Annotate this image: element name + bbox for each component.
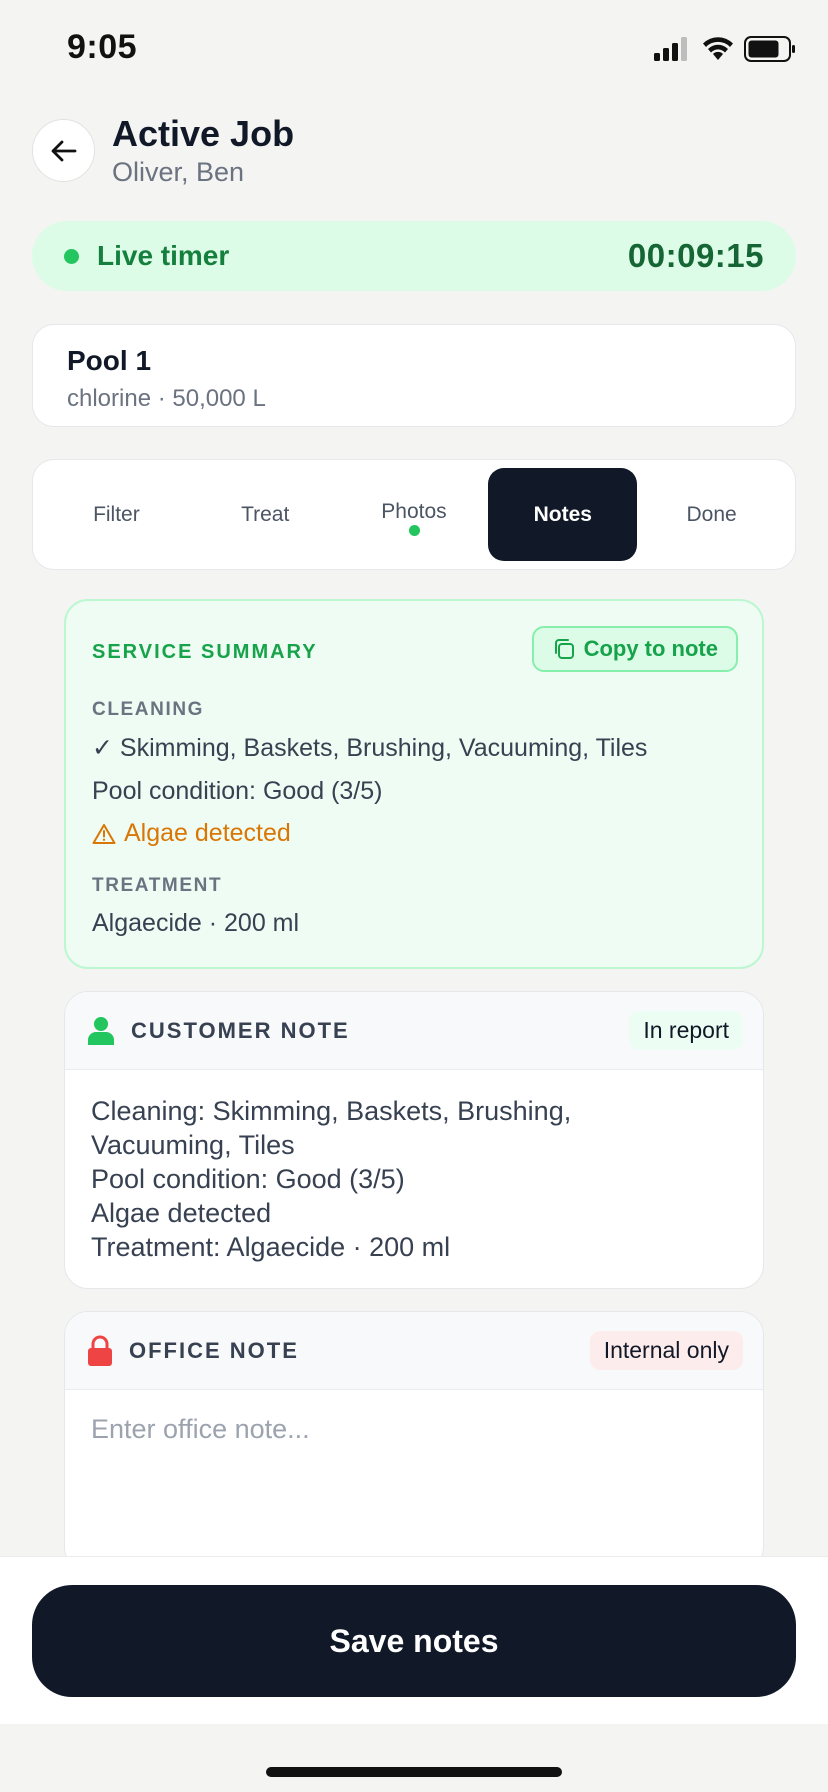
status-icons bbox=[654, 36, 796, 62]
customer-name: Oliver, Ben bbox=[112, 157, 245, 187]
tab-treat[interactable]: Treat bbox=[191, 468, 340, 561]
wifi-icon bbox=[703, 37, 733, 60]
tab-label: Notes bbox=[533, 502, 592, 526]
live-timer-bar: Live timer 00:09:15 bbox=[32, 221, 796, 291]
battery-icon bbox=[744, 36, 795, 62]
screen: 9:05 Active Job Oliver, Ben Live timer 0… bbox=[0, 0, 828, 1792]
status-bar: 9:05 bbox=[0, 0, 828, 100]
pool-card[interactable]: Pool 1 chlorine · 50,000 L bbox=[32, 324, 796, 427]
note-line: Cleaning: Skimming, Baskets, Brushing, bbox=[91, 1096, 572, 1126]
status-time: 9:05 bbox=[67, 28, 138, 66]
photos-complete-dot bbox=[408, 525, 420, 536]
tab-label: Done bbox=[686, 502, 737, 526]
customer-note-title: CUSTOMER NOTE bbox=[131, 1017, 350, 1043]
arrow-left-icon bbox=[51, 140, 76, 161]
treatment-value: Algaecide · 200 ml bbox=[92, 909, 300, 937]
page-title: Active Job bbox=[112, 113, 295, 154]
pool-meta: chlorine · 50,000 L bbox=[67, 385, 266, 412]
office-note-input[interactable]: Enter office note... bbox=[65, 1390, 763, 1469]
in-report-badge: In report bbox=[629, 1011, 743, 1050]
pool-name: Pool 1 bbox=[67, 345, 152, 376]
tab-done[interactable]: Done bbox=[637, 468, 786, 561]
copy-button-label: Copy to note bbox=[583, 636, 718, 661]
customer-note-card: CUSTOMER NOTE In report Cleaning: Skimmi… bbox=[64, 991, 764, 1289]
tab-label: Photos bbox=[381, 499, 447, 523]
person-icon bbox=[88, 1016, 114, 1045]
summary-title: SERVICE SUMMARY bbox=[92, 641, 318, 663]
alert-text: Algae detected bbox=[124, 819, 291, 847]
note-line: Treatment: Algaecide · 200 ml bbox=[91, 1232, 451, 1262]
copy-icon bbox=[554, 639, 574, 659]
tab-photos[interactable]: Photos bbox=[340, 468, 489, 561]
back-button[interactable] bbox=[32, 119, 95, 182]
tab-label: Filter bbox=[93, 502, 140, 526]
timer-value: 00:09:15 bbox=[627, 237, 764, 274]
save-notes-button[interactable]: Save notes bbox=[32, 1585, 796, 1697]
copy-to-note-button[interactable]: Copy to note bbox=[531, 626, 738, 672]
office-note-title: OFFICE NOTE bbox=[129, 1337, 299, 1363]
warning-icon bbox=[92, 823, 116, 844]
tab-notes[interactable]: Notes bbox=[488, 468, 638, 561]
note-line: Algae detected bbox=[91, 1198, 272, 1228]
note-line: Pool condition: Good (3/5) bbox=[91, 1164, 405, 1194]
lock-icon bbox=[88, 1335, 112, 1366]
treatment-label: TREATMENT bbox=[92, 875, 223, 896]
tab-filter[interactable]: Filter bbox=[42, 468, 191, 561]
tab-label: Treat bbox=[241, 502, 290, 526]
live-indicator-dot bbox=[64, 248, 79, 264]
step-tabs: Filter Treat Photos Notes Done bbox=[32, 459, 796, 570]
home-indicator bbox=[266, 1767, 562, 1777]
timer-label: Live timer bbox=[97, 240, 230, 271]
note-line: Vacuuming, Tiles bbox=[91, 1130, 295, 1160]
algae-alert: Algae detected bbox=[92, 819, 291, 848]
bottom-action-bar: Save notes bbox=[0, 1556, 828, 1724]
cellular-signal-icon bbox=[654, 37, 687, 61]
cleaning-label: CLEANING bbox=[92, 699, 205, 720]
service-summary-card: SERVICE SUMMARY Copy to note CLEANING ✓ … bbox=[64, 599, 764, 969]
customer-note-text[interactable]: Cleaning: Skimming, Baskets, Brushing, V… bbox=[65, 1070, 763, 1288]
customer-note-header: CUSTOMER NOTE In report bbox=[65, 992, 763, 1070]
office-note-header: OFFICE NOTE Internal only bbox=[65, 1312, 763, 1390]
office-note-card: OFFICE NOTE Internal only Enter office n… bbox=[64, 1311, 764, 1571]
internal-only-badge: Internal only bbox=[589, 1331, 743, 1370]
pool-condition: Pool condition: Good (3/5) bbox=[92, 777, 383, 805]
cleaning-items: ✓ Skimming, Baskets, Brushing, Vacuuming… bbox=[92, 734, 648, 762]
